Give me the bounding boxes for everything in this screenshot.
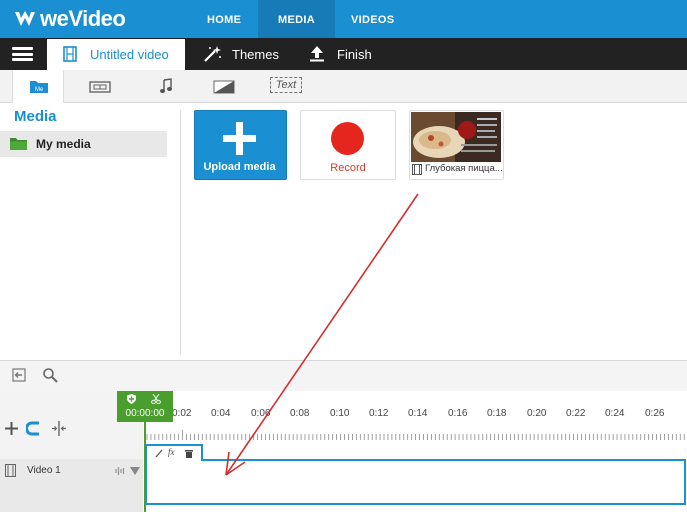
- ruler-tick-label: 0:22: [566, 408, 586, 419]
- add-track-icon[interactable]: [5, 422, 18, 435]
- track-label: Video 1: [27, 465, 61, 476]
- ruler-tick-label: 0:06: [251, 408, 271, 419]
- ruler-tick-label: 0:10: [330, 408, 350, 419]
- ruler-tick-label: 0:04: [211, 408, 231, 419]
- clip-preview-image: [411, 112, 501, 162]
- effects-fx-icon[interactable]: fx: [168, 447, 175, 457]
- clip-title: Глубокая пицца...: [425, 163, 503, 174]
- plus-icon: [223, 122, 256, 155]
- media-folder-icon: Me: [30, 81, 48, 93]
- timeline-clip[interactable]: [145, 459, 686, 505]
- ruler-tick-label: 0:16: [448, 408, 468, 419]
- edit-pencil-icon[interactable]: [155, 449, 163, 458]
- my-media-label: My media: [36, 137, 91, 151]
- panel-divider: [180, 110, 181, 355]
- nav-home[interactable]: HOME: [207, 0, 241, 38]
- ruler-tick-label: 0:18: [487, 408, 507, 419]
- scissors-icon[interactable]: [151, 394, 161, 404]
- project-title[interactable]: Untitled video: [90, 47, 169, 62]
- tab-text[interactable]: Text: [270, 77, 302, 93]
- trash-icon[interactable]: [185, 449, 193, 458]
- timeline-ruler[interactable]: [145, 428, 687, 440]
- magic-wand-icon: [204, 46, 221, 62]
- split-clip-icon[interactable]: [51, 421, 67, 436]
- ruler-tick-label: 0:20: [527, 408, 547, 419]
- timeline-toolbar: [0, 361, 687, 391]
- upload-media-label: Upload media: [203, 161, 276, 173]
- ruler-tick-label: 0:14: [408, 408, 428, 419]
- ruler-tick-label: 0:02: [172, 408, 192, 419]
- ruler-tick-label: 0:08: [290, 408, 310, 419]
- logo-icon: [15, 11, 35, 26]
- zoom-search-icon[interactable]: [42, 367, 58, 383]
- track-dropdown-icon[interactable]: [130, 467, 140, 475]
- audio-wave-icon[interactable]: [115, 466, 126, 476]
- playhead-time: 00:00:00: [125, 408, 165, 419]
- undo-icon[interactable]: [12, 368, 26, 382]
- ruler-tick-label: 0:26: [645, 408, 665, 419]
- svg-text:Me: Me: [35, 87, 44, 93]
- hamburger-icon[interactable]: [12, 47, 33, 61]
- track-film-icon: [5, 464, 16, 477]
- upload-arrow-icon: [310, 46, 324, 62]
- record-label: Record: [330, 162, 366, 174]
- video-clip-icon: [412, 164, 422, 175]
- magnet-snap-icon[interactable]: [26, 421, 42, 436]
- ruler-tick-label: 0:24: [605, 408, 625, 419]
- record-icon: [331, 122, 364, 155]
- nav-videos[interactable]: VIDEOS: [351, 0, 394, 38]
- shield-plus-icon[interactable]: [127, 394, 136, 404]
- playhead-line[interactable]: [144, 420, 146, 512]
- color-background-icon[interactable]: [213, 79, 235, 95]
- brand-name: weVideo: [40, 6, 126, 31]
- transitions-icon[interactable]: [89, 79, 111, 95]
- brand-logo[interactable]: weVideo: [14, 6, 126, 32]
- music-note-icon[interactable]: [155, 78, 177, 94]
- nav-media[interactable]: MEDIA: [278, 0, 315, 38]
- ruler-tick-label: 0:12: [369, 408, 389, 419]
- text-tab-label: Text: [275, 79, 297, 91]
- themes-button[interactable]: Themes: [232, 47, 279, 62]
- finish-button[interactable]: Finish: [337, 47, 372, 62]
- folder-icon: [10, 138, 27, 150]
- film-icon: [63, 46, 77, 62]
- media-panel-title: Media: [14, 108, 57, 125]
